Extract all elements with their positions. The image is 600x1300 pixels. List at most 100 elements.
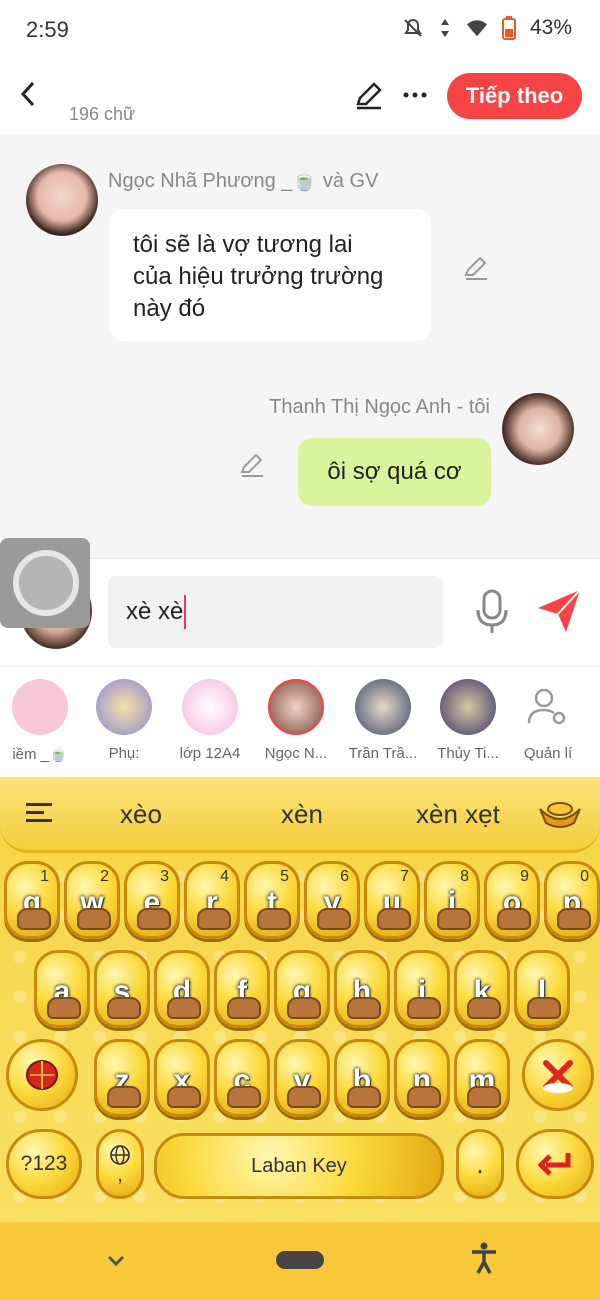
character-avatar bbox=[268, 679, 324, 735]
ox-decoration-icon bbox=[17, 908, 51, 930]
ox-decoration-icon bbox=[257, 908, 291, 930]
symbols-key[interactable]: ?123 bbox=[6, 1129, 82, 1199]
character-item[interactable]: iềm _🍵 bbox=[0, 679, 80, 763]
assistive-ring-icon bbox=[13, 550, 79, 616]
character-item[interactable]: Ngọc N... bbox=[256, 679, 336, 762]
key-v[interactable]: v bbox=[274, 1039, 330, 1117]
character-label: Thủy Ti... bbox=[437, 745, 499, 762]
key-i[interactable]: 8i bbox=[424, 861, 480, 939]
next-button[interactable]: Tiếp theo bbox=[447, 73, 582, 119]
key-t[interactable]: 5t bbox=[244, 861, 300, 939]
space-bar[interactable]: Laban Key bbox=[154, 1133, 444, 1199]
floating-assistive-button[interactable] bbox=[0, 538, 90, 628]
wifi-icon: 4 bbox=[466, 17, 490, 39]
edit-message-button[interactable] bbox=[238, 451, 266, 479]
key-a[interactable]: a bbox=[34, 950, 90, 1028]
message-input[interactable]: xè xè bbox=[108, 576, 443, 648]
own-avatar[interactable] bbox=[502, 393, 574, 465]
character-item[interactable]: Phụ: bbox=[84, 679, 164, 762]
own-message-bubble[interactable]: ôi sợ quá cơ bbox=[298, 438, 491, 506]
ox-decoration-icon bbox=[557, 908, 591, 930]
ox-decoration-icon bbox=[467, 997, 501, 1019]
key-number-hint: 2 bbox=[100, 868, 109, 885]
key-number-hint: 8 bbox=[460, 868, 469, 885]
edit-message-button[interactable] bbox=[462, 254, 490, 282]
ox-decoration-icon bbox=[167, 1086, 201, 1108]
ox-decoration-icon bbox=[347, 997, 381, 1019]
return-arrow-icon bbox=[538, 1153, 571, 1176]
ox-decoration-icon bbox=[107, 997, 141, 1019]
character-strip: iềm _🍵 Phụ: lớp 12A4 Ngọc N... Trần Trầ.… bbox=[0, 667, 600, 777]
shift-key[interactable] bbox=[6, 1039, 78, 1111]
message-bubble[interactable]: tôi sẽ là vợ tương lai của hiệu trưởng t… bbox=[109, 209, 431, 341]
message-line: của hiệu trưởng trường bbox=[133, 263, 384, 290]
key-m[interactable]: m bbox=[454, 1039, 510, 1117]
key-l[interactable]: l bbox=[514, 950, 570, 1028]
status-time: 2:59 bbox=[26, 17, 69, 42]
suggestion-item[interactable]: xèn bbox=[281, 799, 323, 830]
character-avatar bbox=[96, 679, 152, 735]
sender-avatar[interactable] bbox=[26, 164, 98, 236]
suggestion-item[interactable]: xèo bbox=[120, 799, 162, 830]
key-z[interactable]: z bbox=[94, 1039, 150, 1117]
message-input-value: xè xè bbox=[126, 598, 184, 625]
key-y[interactable]: 6y bbox=[304, 861, 360, 939]
key-p[interactable]: 0p bbox=[544, 861, 600, 939]
key-g[interactable]: g bbox=[274, 950, 330, 1028]
character-label: Ngọc N... bbox=[264, 745, 328, 762]
key-u[interactable]: 7u bbox=[364, 861, 420, 939]
gold-ingot-icon[interactable] bbox=[538, 799, 582, 829]
manage-characters-button[interactable]: Quản lí bbox=[508, 679, 588, 762]
character-item[interactable]: lớp 12A4 bbox=[170, 679, 250, 762]
period-key[interactable]: . bbox=[456, 1129, 504, 1199]
battery-icon bbox=[498, 16, 520, 40]
key-b[interactable]: b bbox=[334, 1039, 390, 1117]
hamburger-menu-icon[interactable] bbox=[26, 802, 54, 824]
key-number-hint: 3 bbox=[160, 868, 169, 885]
globe-icon bbox=[110, 1145, 130, 1165]
ox-decoration-icon bbox=[47, 997, 81, 1019]
delete-x-icon bbox=[543, 1060, 573, 1093]
send-button[interactable] bbox=[536, 588, 582, 634]
accessibility-icon[interactable] bbox=[470, 1242, 498, 1274]
sender-name: Ngọc Nhã Phương _🍵 và GV bbox=[108, 170, 379, 192]
key-n[interactable]: n bbox=[394, 1039, 450, 1117]
edit-button[interactable] bbox=[352, 78, 386, 112]
character-item[interactable]: Thủy Ti... bbox=[428, 679, 508, 762]
home-pill[interactable] bbox=[276, 1251, 324, 1269]
ox-decoration-icon bbox=[527, 997, 561, 1019]
key-d[interactable]: d bbox=[154, 950, 210, 1028]
enter-key[interactable] bbox=[516, 1129, 594, 1199]
character-label: iềm _🍵 bbox=[12, 746, 68, 763]
system-nav-bar bbox=[0, 1222, 600, 1300]
key-r[interactable]: 4r bbox=[184, 861, 240, 939]
ox-decoration-icon bbox=[77, 908, 111, 930]
key-k[interactable]: k bbox=[454, 950, 510, 1028]
key-e[interactable]: 3e bbox=[124, 861, 180, 939]
mic-button[interactable] bbox=[472, 588, 512, 636]
data-arrows-icon bbox=[434, 17, 456, 39]
key-s[interactable]: s bbox=[94, 950, 150, 1028]
key-o[interactable]: 9o bbox=[484, 861, 540, 939]
key-c[interactable]: c bbox=[214, 1039, 270, 1117]
ox-decoration-icon bbox=[467, 1086, 501, 1108]
back-button[interactable] bbox=[12, 74, 44, 114]
hide-keyboard-chevron-icon[interactable] bbox=[104, 1248, 128, 1272]
user-settings-icon bbox=[520, 679, 576, 735]
ox-decoration-icon bbox=[437, 908, 471, 930]
key-h[interactable]: h bbox=[334, 950, 390, 1028]
key-w[interactable]: 2w bbox=[64, 861, 120, 939]
text-caret bbox=[184, 595, 187, 629]
more-options-button[interactable] bbox=[398, 78, 432, 112]
key-j[interactable]: j bbox=[394, 950, 450, 1028]
soft-keyboard: xèo xèn xèn xẹt 1q2w3e4r5t6y7u8i9o0p asd… bbox=[0, 777, 600, 1222]
key-q[interactable]: 1q bbox=[4, 861, 60, 939]
suggestion-item[interactable]: xèn xẹt bbox=[416, 799, 500, 830]
character-item[interactable]: Trần Trầ... bbox=[343, 679, 423, 762]
language-comma-key[interactable]: , bbox=[96, 1129, 144, 1199]
microphone-icon bbox=[476, 589, 508, 633]
key-f[interactable]: f bbox=[214, 950, 270, 1028]
backspace-key[interactable] bbox=[522, 1039, 594, 1111]
battery-percent: 43% bbox=[529, 16, 572, 39]
key-x[interactable]: x bbox=[154, 1039, 210, 1117]
